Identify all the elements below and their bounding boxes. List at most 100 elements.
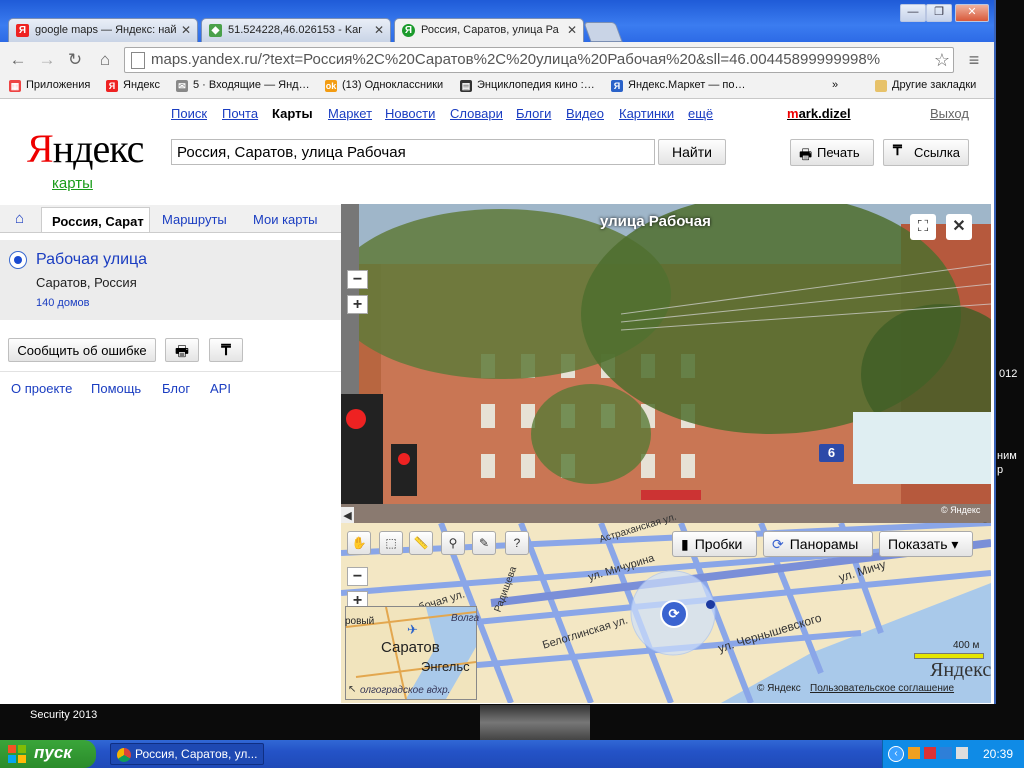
close-window-button[interactable]: ✕: [955, 4, 989, 22]
nav-link-news[interactable]: Новости: [385, 106, 435, 121]
search-input[interactable]: [171, 139, 655, 165]
link-label: Ссылка: [914, 145, 961, 160]
traffic-button[interactable]: ▮ Пробки: [672, 531, 757, 557]
yandex-icon: Я: [106, 80, 118, 92]
menu-icon[interactable]: ≡: [963, 49, 985, 71]
yandex-logo[interactable]: Яндекс: [27, 125, 145, 172]
print-result-button[interactable]: 🖶: [165, 338, 199, 362]
back-icon[interactable]: ←: [7, 49, 29, 71]
route-tool-icon[interactable]: ⚲: [441, 531, 465, 555]
clock[interactable]: 20:39: [983, 747, 1013, 761]
mail-icon: ✉: [176, 80, 188, 92]
logo-text: ндекс: [52, 126, 145, 171]
ruler-icon[interactable]: 📏: [409, 531, 433, 555]
tab-my-maps[interactable]: Мои карты: [253, 212, 318, 227]
film-icon: ▤: [460, 80, 472, 92]
show-layers-dropdown[interactable]: Показать ▾: [879, 531, 973, 557]
footer-link-help[interactable]: Помощь: [91, 381, 141, 396]
home-icon[interactable]: ⌂: [94, 49, 116, 71]
tray-network-icon[interactable]: [940, 747, 952, 759]
service-name-link[interactable]: карты: [52, 175, 93, 192]
tray-antivirus-icon[interactable]: [924, 747, 936, 759]
close-tab-icon[interactable]: ✕: [181, 23, 191, 37]
panoramas-button[interactable]: ⟳ Панорамы: [763, 531, 873, 557]
nav-link-blogs[interactable]: Блоги: [516, 106, 551, 121]
nav-link-market[interactable]: Маркет: [328, 106, 372, 121]
map-zoom-out[interactable]: −: [347, 567, 368, 586]
panorama-zoom-in[interactable]: +: [347, 295, 368, 314]
tab-yandex-maps[interactable]: Я Россия, Саратов, улица Ра ✕: [394, 18, 584, 42]
user-agreement-link[interactable]: Пользовательское соглашение: [810, 683, 954, 694]
expand-minimap-icon[interactable]: ↖: [348, 684, 356, 695]
tab-routes[interactable]: Маршруты: [162, 212, 227, 227]
bookmarks-more[interactable]: »: [832, 79, 838, 91]
reload-icon[interactable]: ↻: [64, 49, 86, 71]
panorama-position-marker[interactable]: ⟳: [660, 600, 688, 628]
nav-link-search[interactable]: Поиск: [171, 106, 207, 121]
street-panorama[interactable]: [341, 204, 991, 523]
minimize-button[interactable]: —: [900, 4, 926, 22]
panorama-watermark: © Яндекс: [941, 505, 981, 515]
result-title[interactable]: Рабочая улица: [36, 251, 147, 269]
house-number-badge[interactable]: 6: [819, 444, 844, 462]
nav-link-images[interactable]: Картинки: [619, 106, 674, 121]
windows-logo-icon: [8, 745, 26, 763]
tab-google-maps-search[interactable]: Я google maps — Яндекс: най ✕: [8, 18, 198, 42]
maximize-button[interactable]: ❐: [926, 4, 952, 22]
bookmark-kino[interactable]: ▤ Энциклопедия кино :…: [460, 79, 595, 92]
yandex-icon: Я: [16, 24, 29, 37]
taskbar-item-browser[interactable]: Россия, Саратов, ул...: [110, 743, 264, 765]
add-marker-icon[interactable]: ✎: [472, 531, 496, 555]
nav-link-dictionaries[interactable]: Словари: [450, 106, 503, 121]
new-tab-button[interactable]: [583, 22, 623, 42]
what-here-icon[interactable]: ?: [505, 531, 529, 555]
home-tab-icon[interactable]: ⌂: [15, 210, 24, 227]
link-button[interactable]: ₸ Ссылка: [883, 139, 969, 166]
bookmark-mail[interactable]: ✉ 5 · Входящие — Янд…: [176, 79, 310, 92]
search-button[interactable]: Найти: [658, 139, 726, 165]
bookmark-star-icon[interactable]: ☆: [931, 49, 953, 71]
zoom-area-icon[interactable]: ⬚: [379, 531, 403, 555]
bookmark-yandex[interactable]: Я Яндекс: [106, 79, 160, 92]
bookmark-market[interactable]: Я Яндекс.Маркет — по…: [611, 79, 745, 92]
result-radio[interactable]: [9, 251, 27, 269]
tab-current-search[interactable]: Россия, Сарат: [41, 207, 150, 232]
tab-title: Россия, Саратов, улица Ра: [421, 24, 559, 36]
print-label: Печать: [817, 145, 860, 160]
scale-label: 400 м: [953, 640, 980, 651]
close-tab-icon[interactable]: ✕: [567, 23, 577, 37]
nav-link-more[interactable]: ещё: [688, 106, 713, 121]
bookmark-apps[interactable]: ▦ Приложения: [9, 79, 90, 92]
close-panorama-icon[interactable]: ✕: [946, 214, 972, 240]
tab-google-maps-coordinates[interactable]: ◆ 51.524228,46.026153 - Kar ✕: [201, 18, 391, 42]
print-button[interactable]: 🖶 Печать: [790, 139, 874, 166]
tray-volume-icon[interactable]: [956, 747, 968, 759]
footer-link-api[interactable]: API: [210, 381, 231, 396]
panorama-zoom-out[interactable]: −: [347, 270, 368, 289]
tray-app-icon[interactable]: [908, 747, 920, 759]
logout-link[interactable]: Выход: [930, 106, 969, 121]
user-link[interactable]: mark.dizel: [787, 106, 851, 121]
nav-link-video[interactable]: Видео: [566, 106, 604, 121]
address-bar[interactable]: maps.yandex.ru/?text=Россия%2C%20Саратов…: [124, 47, 954, 73]
forward-icon[interactable]: →: [36, 49, 58, 71]
apps-icon: ▦: [9, 80, 21, 92]
nav-link-mail[interactable]: Почта: [222, 106, 258, 121]
result-count-link[interactable]: 140 домов: [36, 297, 89, 309]
hand-tool-icon[interactable]: ✋: [347, 531, 371, 555]
close-tab-icon[interactable]: ✕: [374, 23, 384, 37]
other-bookmarks[interactable]: Другие закладки: [875, 79, 976, 92]
house-marker[interactable]: [706, 600, 715, 609]
bookmark-label: 5 · Входящие — Янд…: [193, 79, 310, 91]
footer-link-blog[interactable]: Блог: [162, 381, 190, 396]
report-error-button[interactable]: Сообщить об ошибке: [8, 338, 156, 362]
link-result-button[interactable]: ₸: [209, 338, 243, 362]
bookmark-odnoklassniki[interactable]: ok (13) Одноклассники: [325, 79, 443, 92]
tab-title: google maps — Яндекс: най: [35, 24, 177, 36]
minimap-river: Волга: [451, 613, 480, 624]
tray-expand-icon[interactable]: ‹: [888, 746, 904, 762]
fullscreen-icon[interactable]: ⛶: [910, 214, 936, 240]
start-button[interactable]: пуск: [0, 740, 96, 768]
footer-link-about[interactable]: О проекте: [11, 381, 72, 396]
traffic-light-icon: ▮: [681, 536, 689, 552]
